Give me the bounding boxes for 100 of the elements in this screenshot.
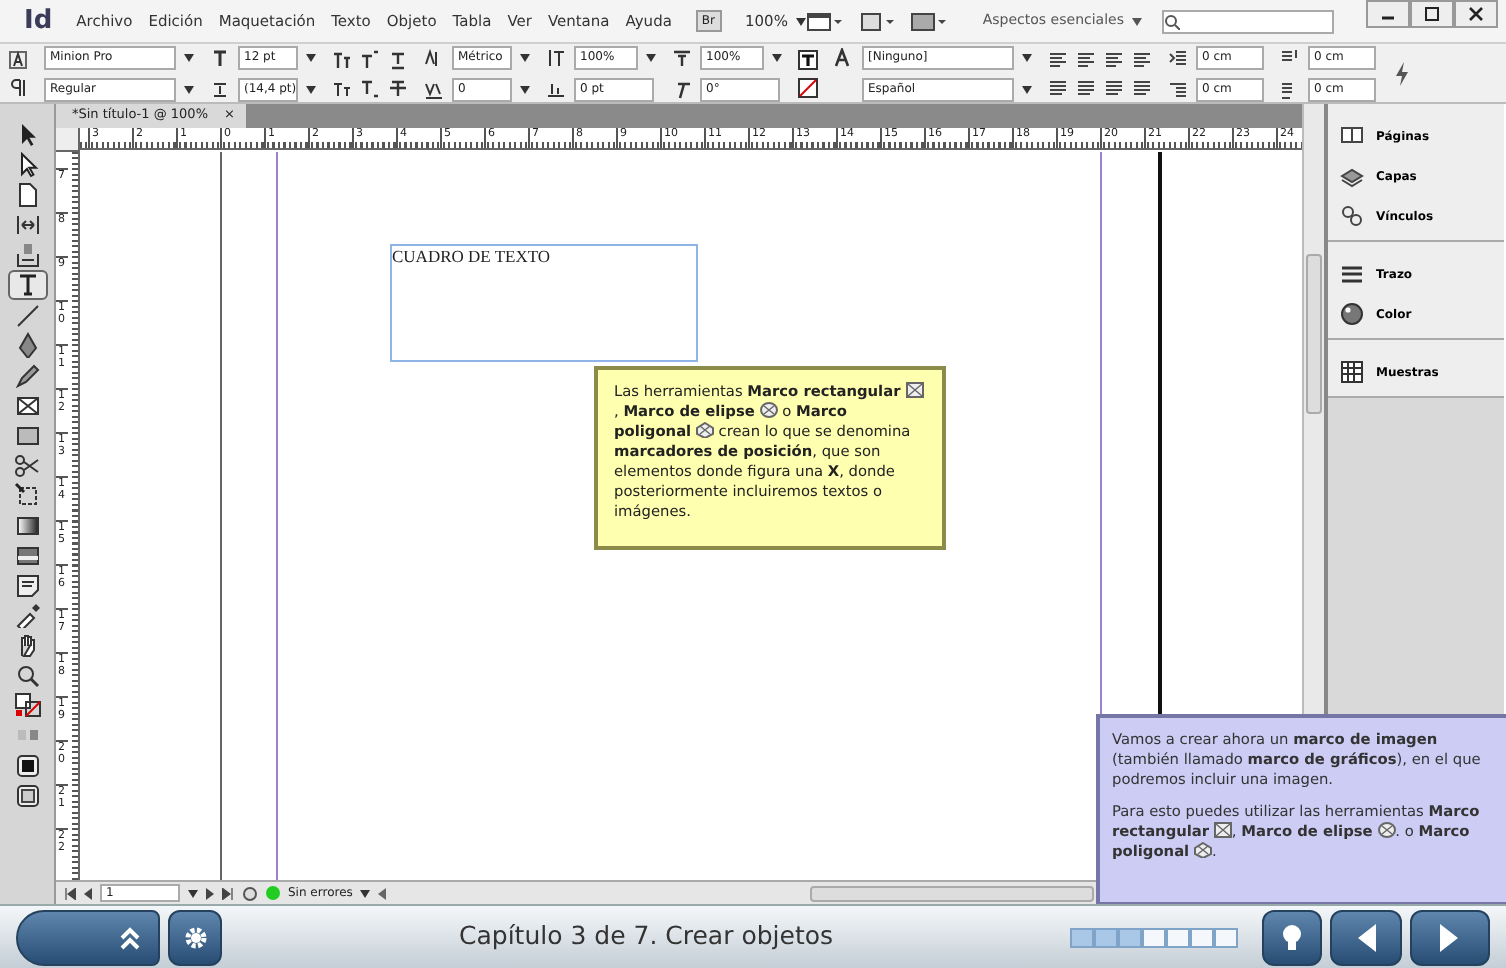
justify-left-icon[interactable] (1048, 77, 1068, 97)
strikethrough-icon[interactable] (388, 77, 408, 97)
justify-right-icon[interactable] (1104, 77, 1124, 97)
dropdown-arrow-icon[interactable] (188, 889, 198, 897)
frame-icon (13, 392, 41, 418)
pen-icon (13, 332, 41, 358)
scissors-icon (13, 452, 41, 478)
view-options-icon[interactable] (857, 11, 894, 31)
preview-icon (13, 782, 41, 808)
arrange-icon[interactable] (909, 11, 946, 31)
next-icon (1438, 921, 1462, 953)
pages-icon (1340, 124, 1364, 148)
text-fill-icon[interactable] (798, 49, 818, 69)
previous-button[interactable] (1330, 909, 1402, 965)
dropdown-arrow-icon[interactable] (1022, 53, 1032, 61)
dropdown-arrow-icon[interactable] (520, 85, 530, 93)
align-center-icon[interactable] (1076, 49, 1096, 69)
dropdown-arrow-icon[interactable] (772, 53, 782, 61)
maximize-button[interactable] (1410, 0, 1454, 28)
scrollbar-thumb[interactable] (1306, 254, 1322, 414)
justify-all-icon[interactable] (1132, 77, 1152, 97)
skew-icon[interactable] (672, 79, 692, 99)
page-icon (13, 182, 41, 208)
layers-icon (1340, 164, 1364, 188)
space-before-icon[interactable] (1280, 47, 1300, 67)
frame-icon (905, 382, 924, 398)
dropdown-arrow-icon[interactable] (360, 889, 371, 897)
feather-icon (13, 542, 41, 568)
baseline-icon[interactable] (546, 79, 566, 99)
character-mode-icon[interactable] (8, 49, 28, 69)
transform-icon (13, 482, 41, 508)
previous-page-icon[interactable] (84, 887, 92, 899)
small-caps-icon[interactable] (332, 77, 352, 97)
polygon-frame-icon (695, 422, 714, 438)
size-icon[interactable] (210, 47, 230, 67)
align-right-icon[interactable] (1104, 49, 1124, 69)
dropdown-arrow-icon[interactable] (306, 53, 316, 61)
lightning-icon[interactable] (1392, 61, 1412, 85)
screen-mode-icon[interactable] (805, 11, 842, 31)
no-stroke-icon[interactable] (798, 77, 818, 97)
line-icon (13, 302, 41, 328)
dropdown-arrow-icon[interactable] (520, 53, 530, 61)
align-left-icon[interactable] (1048, 49, 1068, 69)
stroke-icon (1340, 262, 1364, 286)
status-dot-icon (266, 886, 280, 900)
close-button[interactable] (1454, 0, 1498, 28)
next-button[interactable] (1410, 909, 1490, 965)
note-icon (13, 572, 41, 598)
horizontal-scale-icon[interactable] (672, 47, 692, 67)
dropdown-arrow-icon[interactable] (1132, 17, 1142, 25)
first-line-indent-icon[interactable] (1168, 79, 1188, 99)
leading-icon[interactable] (210, 79, 230, 99)
close-icon (1466, 4, 1486, 24)
justify-icon[interactable] (1132, 49, 1152, 69)
scrollbar-thumb[interactable] (810, 885, 1094, 901)
scroll-left-icon[interactable] (378, 887, 387, 899)
dropdown-arrow-icon[interactable] (184, 53, 194, 61)
settings-icon (181, 923, 209, 951)
gradient-icon (13, 512, 41, 538)
tracking-icon[interactable] (424, 79, 444, 99)
left-indent-icon[interactable] (1168, 47, 1188, 67)
justify-center-icon[interactable] (1076, 77, 1096, 97)
lightbulb-icon (1280, 921, 1304, 953)
last-page-icon[interactable] (222, 887, 234, 899)
hint-button[interactable] (1262, 909, 1322, 965)
superscript-icon[interactable] (360, 49, 380, 69)
dropdown-arrow-icon[interactable] (184, 85, 194, 93)
collector-icon (13, 242, 41, 268)
dropdown-arrow-icon[interactable] (1022, 85, 1032, 93)
dropdown-arrow-icon[interactable] (306, 85, 316, 93)
search-field[interactable] (1162, 9, 1334, 33)
frame-icon (1213, 822, 1232, 838)
search-icon (1164, 13, 1180, 29)
double-chevron-icon (118, 925, 142, 949)
dropdown-arrow-icon[interactable] (646, 53, 656, 61)
tool-button[interactable] (7, 270, 47, 300)
settings-button[interactable] (168, 909, 222, 965)
next-page-icon[interactable] (206, 887, 214, 899)
polygon-frame-icon (1193, 842, 1212, 858)
first-page-icon[interactable] (64, 887, 76, 899)
subscript-icon[interactable] (360, 77, 380, 97)
preflight-icon[interactable] (242, 885, 258, 901)
eyedropper-icon (13, 602, 41, 628)
caps-icon[interactable] (332, 49, 352, 69)
maximize-icon (1422, 4, 1442, 24)
underline-icon[interactable] (388, 49, 408, 69)
ellipse-frame-icon (759, 402, 778, 418)
pencil-icon (13, 362, 41, 388)
menu-button[interactable] (16, 909, 160, 965)
chapter-title: Capítulo 3 de 7. Crear objetos (457, 918, 835, 955)
vertical-scale-icon[interactable] (546, 47, 566, 67)
dropdown-arrow-icon[interactable] (795, 17, 806, 25)
ellipse-frame-icon (1377, 822, 1396, 838)
text-frame[interactable]: CUADRO DE TEXTO (390, 244, 698, 362)
character-style-icon[interactable] (834, 47, 854, 67)
paragraph-mode-icon[interactable] (8, 77, 28, 97)
color-icon (1340, 302, 1364, 326)
app-logo: Id (24, 3, 53, 40)
fill-stroke-icon (13, 692, 41, 718)
normal-view-icon (13, 752, 41, 778)
